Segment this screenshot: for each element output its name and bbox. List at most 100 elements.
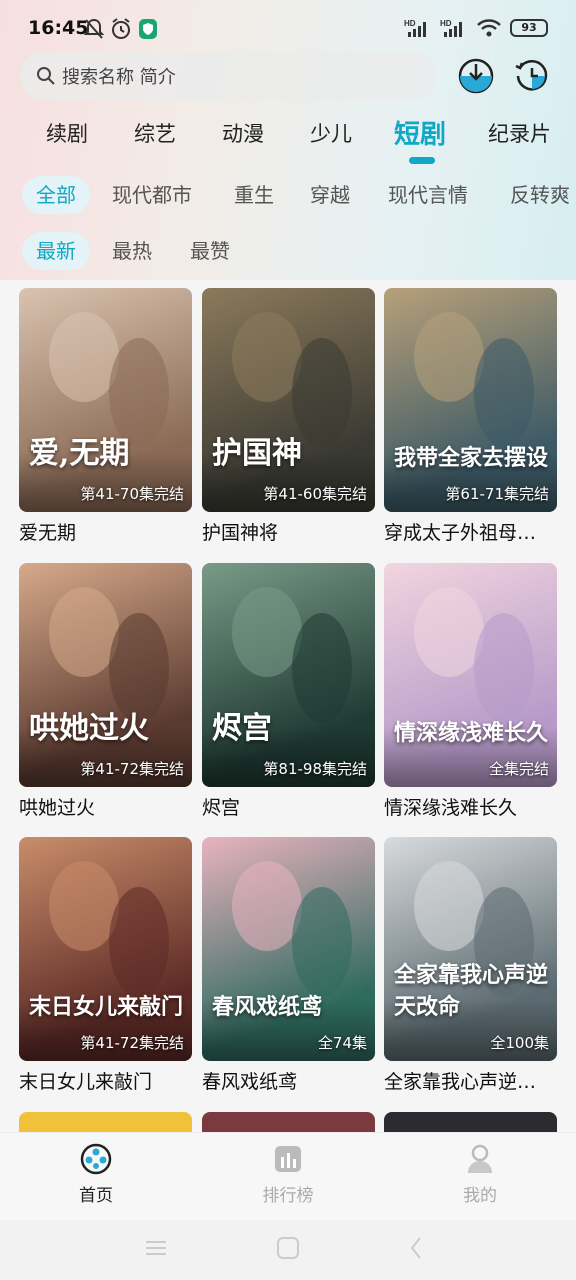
genre-chip-4[interactable]: 现代言情 [388, 176, 468, 214]
episode-badge: 第81-98集完结 [263, 760, 367, 778]
poster-figure [292, 613, 352, 723]
episode-badge: 全集完结 [488, 760, 549, 778]
history-button[interactable] [514, 58, 550, 94]
poster-figure [109, 887, 169, 997]
episode-badge: 第41-60集完结 [263, 485, 367, 503]
poster-title-art: 末日女儿来敲门 [29, 994, 184, 1020]
category-tabs: 续剧 综艺 动漫 少儿 短剧 纪录片 [0, 108, 576, 164]
drama-title[interactable]: 护国神将 [202, 518, 375, 545]
episode-badge: 全74集 [317, 1034, 367, 1052]
nav-profile-label: 我的 [463, 1186, 497, 1206]
drama-poster[interactable]: 护国神第41-60集完结 [202, 288, 375, 512]
tab-indicator [409, 157, 435, 164]
episode-badge: 全100集 [490, 1034, 549, 1052]
nav-home[interactable]: 首页 [36, 1143, 156, 1206]
poster-title-art: 护国神 [212, 436, 302, 471]
episode-badge: 第41-72集完结 [80, 760, 184, 778]
drama-card[interactable]: 末日女儿来敲门 第41-72集完结 末日女儿来敲门 [19, 837, 192, 1094]
search-input[interactable]: 搜索名称 简介 [20, 52, 436, 100]
drama-poster[interactable]: 烬宫第81-98集完结 [202, 563, 375, 787]
user-icon [468, 1144, 492, 1173]
drama-title[interactable]: 春风戏纸鸢 [202, 1067, 375, 1094]
drama-title[interactable]: 爱无期 [19, 518, 192, 545]
drama-card[interactable]: 春风戏纸鸢 全74集 春风戏纸鸢 [202, 837, 375, 1094]
signal-icon: HD [404, 19, 426, 37]
drama-title[interactable]: 情深缘浅难长久 [384, 793, 557, 820]
episode-badge: 第61-71集完结 [445, 485, 549, 503]
poster-figure [474, 338, 534, 448]
drama-card[interactable]: 哄她过火 第41-72集完结 哄她过火 [19, 563, 192, 820]
poster-title-art: 我带全家去摆设 [394, 445, 549, 471]
drama-card[interactable]: 爱,无期第41-70集完结爱无期 [19, 288, 192, 545]
drama-poster[interactable]: 末日女儿来敲门第41-72集完结 [19, 837, 192, 1061]
drama-poster-partial[interactable] [384, 1112, 557, 1132]
tab-category-0[interactable]: 续剧 [46, 118, 88, 148]
sort-newest[interactable]: 最新 [22, 232, 90, 270]
poster-title-art: 哄她过火 [29, 711, 149, 746]
genre-chip-1[interactable]: 现代都市 [112, 176, 192, 214]
poster-figure [474, 613, 534, 723]
poster-title-art: 春风戏纸鸢 [212, 994, 323, 1020]
search-placeholder: 搜索名称 简介 [62, 67, 176, 88]
drama-poster-partial[interactable] [19, 1112, 192, 1132]
film-reel-icon [80, 1143, 112, 1175]
chart-icon [275, 1146, 301, 1172]
tab-category-2[interactable]: 动漫 [222, 118, 264, 148]
drama-grid: 爱,无期 第41-70集完结 爱无期 护国神 第41-60集完结 护国神将 我带全家去摆设第… [0, 280, 576, 1132]
sort-most-liked[interactable]: 最赞 [190, 232, 230, 270]
nav-ranking-label: 排行榜 [262, 1186, 314, 1206]
genre-chip-2[interactable]: 重生 [234, 176, 274, 214]
nav-ranking[interactable]: 排行榜 [228, 1143, 348, 1206]
drama-poster[interactable]: 我带全家去摆设第61-71集完结 [384, 288, 557, 512]
drama-title[interactable]: 全家靠我心声逆… [384, 1067, 557, 1094]
drama-poster-partial[interactable] [202, 1112, 375, 1132]
poster-title-art: 烬宫 [212, 711, 272, 746]
drama-card[interactable]: 护国神第41-60集完结护国神将 [202, 288, 375, 545]
system-navigation-bar [0, 1220, 576, 1280]
home-icon[interactable] [276, 1236, 300, 1260]
drama-poster[interactable]: 哄她过火第41-72集完结 [19, 563, 192, 787]
svg-text:HD: HD [404, 19, 416, 28]
mute-bell-icon [84, 18, 104, 39]
drama-poster[interactable]: 春风戏纸鸢全74集 [202, 837, 375, 1061]
alarm-icon [112, 18, 130, 39]
drama-card[interactable]: 全家靠我心声逆天改命全100集全家靠我心声逆… [384, 837, 557, 1094]
sort-hottest[interactable]: 最热 [112, 232, 152, 270]
shield-app-icon [139, 19, 157, 39]
poster-title-art: 爱,无期 [29, 436, 130, 471]
drama-title[interactable]: 哄她过火 [19, 793, 192, 820]
drama-card[interactable]: 烬宫 第81-98集完结 烬宫 [202, 563, 375, 820]
nav-home-label: 首页 [79, 1186, 113, 1206]
drama-poster[interactable]: 爱,无期第41-70集完结 [19, 288, 192, 512]
wifi-icon [477, 19, 501, 37]
nav-profile[interactable]: 我的 [420, 1143, 540, 1206]
tab-category-1[interactable]: 综艺 [134, 118, 176, 148]
menu-icon[interactable] [144, 1238, 168, 1258]
signal-icon-2: HD [440, 19, 462, 37]
search-icon [37, 67, 55, 85]
genre-chip-3[interactable]: 穿越 [310, 176, 350, 214]
bottom-nav: 首页 排行榜 我的 [0, 1132, 576, 1220]
battery-indicator: 93 [510, 19, 548, 37]
download-button[interactable] [458, 58, 494, 94]
poster-figure [292, 887, 352, 997]
tab-category-active[interactable]: 短剧 [394, 114, 446, 151]
tab-category-5[interactable]: 纪录片 [488, 118, 551, 148]
drama-title[interactable]: 末日女儿来敲门 [19, 1067, 192, 1094]
episode-badge: 第41-70集完结 [80, 485, 184, 503]
back-icon[interactable] [408, 1236, 424, 1260]
drama-poster[interactable]: 情深缘浅难长久全集完结 [384, 563, 557, 787]
episode-badge: 第41-72集完结 [80, 1034, 184, 1052]
poster-title-art: 情深缘浅难长久 [394, 720, 549, 746]
poster-title-art: 全家靠我心声逆天改命 [394, 962, 549, 1020]
drama-title[interactable]: 烬宫 [202, 793, 375, 820]
drama-title[interactable]: 穿成太子外祖母… [384, 518, 557, 545]
genre-chip-5[interactable]: 反转爽 [510, 176, 570, 214]
tab-category-3[interactable]: 少儿 [310, 118, 352, 148]
status-time: 16:45 [28, 17, 89, 39]
genre-chip-all[interactable]: 全部 [22, 176, 90, 214]
status-bar: 16:45 HD HD 93 [0, 0, 576, 60]
drama-card[interactable]: 情深缘浅难长久 全集完结 情深缘浅难长久 [384, 563, 557, 820]
drama-poster[interactable]: 全家靠我心声逆天改命全100集 [384, 837, 557, 1061]
drama-card[interactable]: 我带全家去摆设第61-71集完结穿成太子外祖母… [384, 288, 557, 545]
